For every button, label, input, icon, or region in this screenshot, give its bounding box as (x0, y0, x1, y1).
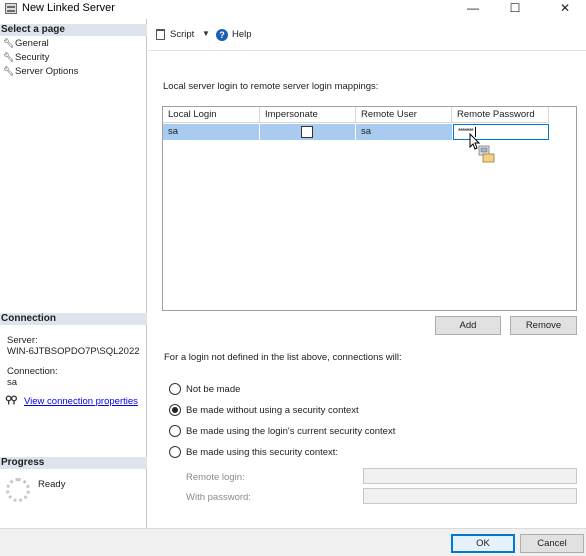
login-mappings-grid[interactable]: Local Login Impersonate Remote User Remo… (162, 106, 577, 311)
radio-label-without-security-context[interactable]: Be made without using a security context (186, 405, 359, 417)
maximize-button[interactable]: ☐ (494, 0, 536, 18)
cancel-button[interactable]: Cancel (520, 534, 584, 553)
window-title: New Linked Server (22, 2, 115, 14)
column-header-local-login: Local Login (163, 107, 260, 123)
wrench-icon: 🔧︎ (3, 38, 15, 48)
table-row[interactable]: sa sa ******* (163, 124, 576, 140)
radio-label-current-security-context[interactable]: Be made using the login's current securi… (186, 426, 395, 438)
grid-header: Local Login Impersonate Remote User Remo… (163, 107, 576, 124)
progress-status: Ready (38, 479, 66, 490)
radio-current-security-context[interactable] (169, 425, 181, 437)
remote-password-input[interactable]: ******* (453, 124, 549, 140)
help-button[interactable]: Help (232, 29, 252, 41)
connection-label: Connection: (7, 366, 58, 377)
select-page-header: Select a page (0, 24, 147, 36)
server-icon (5, 3, 17, 14)
cell-remote-user[interactable]: sa (356, 124, 453, 140)
radio-label-this-security-context[interactable]: Be made using this security context: (186, 447, 338, 459)
with-password-input[interactable] (363, 488, 577, 504)
with-password-label: With password: (186, 492, 251, 503)
cell-local-login[interactable]: sa (163, 124, 260, 140)
connection-value: sa (7, 377, 18, 388)
wrench-icon: 🔧︎ (3, 52, 15, 62)
radio-without-security-context[interactable] (169, 404, 181, 416)
page-item-label: General (15, 38, 49, 49)
connection-header: Connection (0, 313, 147, 325)
radio-this-security-context[interactable] (169, 446, 181, 458)
toolbar: Script ▼ ? Help (148, 19, 586, 51)
progress-header: Progress (0, 457, 147, 469)
remote-login-input[interactable] (363, 468, 577, 484)
script-button[interactable]: Script (170, 29, 194, 41)
help-icon[interactable]: ? (216, 29, 228, 41)
radio-not-be-made[interactable] (169, 383, 181, 395)
connection-properties-icon: ⚲⚲ (5, 395, 18, 406)
remove-button[interactable]: Remove (510, 316, 577, 335)
wrench-icon: 🔧︎ (3, 66, 15, 76)
progress-spinner-icon (6, 478, 30, 502)
minimize-button[interactable]: — (452, 0, 494, 18)
title-bar: New Linked Server — ☐ ✕ (0, 0, 586, 18)
mappings-label: Local server login to remote server logi… (163, 81, 379, 92)
page-item-server-options[interactable]: 🔧︎Server Options (3, 65, 78, 78)
mouse-cursor-icon (469, 133, 495, 163)
column-header-remote-password: Remote Password (452, 107, 549, 123)
page-item-security[interactable]: 🔧︎Security (3, 51, 49, 64)
add-button[interactable]: Add (435, 316, 501, 335)
radio-label-not-be-made[interactable]: Not be made (186, 384, 240, 396)
server-label: Server: (7, 335, 38, 346)
undefined-logins-label: For a login not defined in the list abov… (164, 352, 402, 363)
server-value: WIN-6JTBSOPDO7P\SQL2022 (7, 346, 140, 357)
column-header-impersonate: Impersonate (260, 107, 356, 123)
column-header-remote-user: Remote User (356, 107, 452, 123)
left-pane: Select a page 🔧︎General 🔧︎Security 🔧︎Ser… (0, 19, 147, 528)
script-icon (156, 29, 165, 40)
close-button[interactable]: ✕ (544, 0, 586, 18)
page-item-general[interactable]: 🔧︎General (3, 37, 49, 50)
impersonate-checkbox[interactable] (301, 126, 313, 138)
page-item-label: Security (15, 52, 50, 63)
chevron-down-icon[interactable]: ▼ (202, 29, 210, 38)
page-item-label: Server Options (15, 66, 79, 77)
remote-login-label: Remote login: (186, 472, 245, 483)
ok-button[interactable]: OK (451, 534, 515, 553)
view-connection-properties-link[interactable]: View connection properties (24, 396, 138, 407)
